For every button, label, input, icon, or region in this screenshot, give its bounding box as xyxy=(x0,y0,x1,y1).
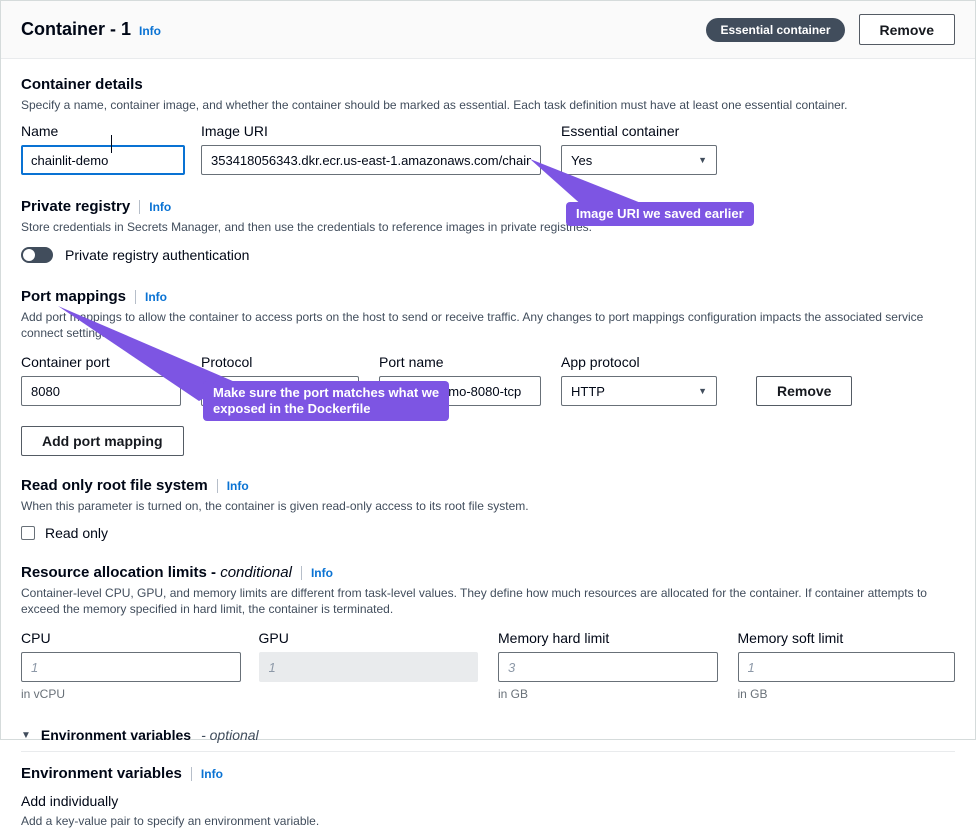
essential-container-label: Essential container xyxy=(561,123,717,139)
gpu-label: GPU xyxy=(259,630,479,646)
port-mapping-row: Container port Protocol TCP ▼ Port name … xyxy=(21,354,955,406)
name-field-group: Name xyxy=(21,123,185,175)
essential-field-group: Essential container Yes ▼ xyxy=(561,123,717,175)
resource-limits-info-link[interactable]: Info xyxy=(311,566,333,580)
private-registry-heading: Private registry Info xyxy=(21,198,955,215)
private-registry-toggle[interactable] xyxy=(21,247,53,263)
gpu-input xyxy=(259,652,479,682)
port-annotation: Make sure the port matches what we expos… xyxy=(203,381,449,421)
port-mappings-heading: Port mappings Info xyxy=(21,288,955,305)
section-title: Port mappings xyxy=(21,288,126,305)
container-form-page: { "header": { "title": "Container - 1", … xyxy=(0,0,976,740)
cpu-input[interactable] xyxy=(21,652,241,682)
heading-divider xyxy=(191,767,192,781)
cpu-label: CPU xyxy=(21,630,241,646)
section-title: Read only root file system xyxy=(21,477,208,494)
annotation-text-line2: exposed in the Dockerfile xyxy=(213,401,439,417)
read-only-check-row: Read only xyxy=(21,525,955,541)
heading-divider xyxy=(139,200,140,214)
memory-soft-helper-text: in GB xyxy=(738,687,956,701)
heading-divider xyxy=(301,566,302,580)
container-header: Container - 1 Info Essential container R… xyxy=(1,1,975,59)
memory-soft-label: Memory soft limit xyxy=(738,630,956,646)
remove-container-button[interactable]: Remove xyxy=(859,14,955,45)
add-individually-label: Add individually xyxy=(21,793,955,809)
resource-limits-row: CPU in vCPU GPU Memory hard limit in GB … xyxy=(21,630,955,701)
annotation-text: Image URI we saved earlier xyxy=(576,206,744,221)
container-details-description: Specify a name, container image, and whe… xyxy=(21,97,955,113)
environment-variables-expander[interactable]: ▼ Environment variables - optional xyxy=(21,727,955,743)
annotation-text-line1: Make sure the port matches what we xyxy=(213,385,439,401)
image-uri-annotation: Image URI we saved earlier xyxy=(566,202,754,226)
name-label: Name xyxy=(21,123,185,139)
port-mappings-description: Add port mappings to allow the container… xyxy=(21,309,955,341)
private-registry-description: Store credentials in Secrets Manager, an… xyxy=(21,219,955,235)
section-title: Environment variables xyxy=(21,765,182,782)
read-only-info-link[interactable]: Info xyxy=(227,479,249,493)
chevron-down-icon: ▼ xyxy=(698,386,707,396)
remove-port-wrap: Remove xyxy=(756,376,852,406)
app-protocol-field-group: App protocol HTTP ▼ xyxy=(561,354,717,406)
memory-soft-input[interactable] xyxy=(738,652,956,682)
resource-limits-description: Container-level CPU, GPU, and memory lim… xyxy=(21,585,955,617)
add-individually-description: Add a key-value pair to specify an envir… xyxy=(21,813,955,829)
app-protocol-label: App protocol xyxy=(561,354,717,370)
text-cursor xyxy=(111,135,112,153)
image-uri-label: Image URI xyxy=(201,123,541,139)
memory-soft-field-group: Memory soft limit in GB xyxy=(738,630,956,701)
essential-container-select[interactable]: Yes ▼ xyxy=(561,145,717,175)
private-registry-toggle-label: Private registry authentication xyxy=(65,247,249,263)
image-uri-input[interactable] xyxy=(201,145,541,175)
port-name-label: Port name xyxy=(379,354,541,370)
environment-variables-info-link[interactable]: Info xyxy=(201,767,223,781)
container-port-input[interactable] xyxy=(21,376,181,406)
add-port-mapping-button[interactable]: Add port mapping xyxy=(21,426,184,456)
gpu-field-group: GPU xyxy=(259,630,479,701)
app-protocol-value: HTTP xyxy=(571,384,605,399)
container-details-heading: Container details xyxy=(21,76,955,93)
read-only-checkbox-label: Read only xyxy=(45,525,108,541)
essential-container-value: Yes xyxy=(571,153,592,168)
heading-divider xyxy=(135,290,136,304)
container-port-label: Container port xyxy=(21,354,181,370)
cpu-field-group: CPU in vCPU xyxy=(21,630,241,701)
title-wrap: Container - 1 Info xyxy=(21,19,161,40)
port-mappings-info-link[interactable]: Info xyxy=(145,290,167,304)
protocol-label: Protocol xyxy=(201,354,359,370)
expander-optional-suffix: - optional xyxy=(201,727,259,743)
memory-hard-field-group: Memory hard limit in GB xyxy=(498,630,718,701)
memory-hard-label: Memory hard limit xyxy=(498,630,718,646)
container-details-fields: Name Image URI Essential container Yes ▼ xyxy=(21,123,955,175)
section-title: Container details xyxy=(21,76,143,93)
container-port-field-group: Container port xyxy=(21,354,181,406)
toggle-knob xyxy=(23,249,35,261)
private-registry-toggle-row: Private registry authentication xyxy=(21,247,955,263)
section-divider xyxy=(21,751,955,752)
chevron-down-icon: ▼ xyxy=(698,155,707,165)
read-only-description: When this parameter is turned on, the co… xyxy=(21,498,955,514)
name-input[interactable] xyxy=(21,145,185,175)
remove-port-mapping-button[interactable]: Remove xyxy=(756,376,852,406)
memory-hard-helper-text: in GB xyxy=(498,687,718,701)
container-info-link[interactable]: Info xyxy=(139,24,161,38)
private-registry-info-link[interactable]: Info xyxy=(149,200,171,214)
form-content: Container details Specify a name, contai… xyxy=(1,76,975,829)
header-actions: Essential container Remove xyxy=(706,14,955,45)
app-protocol-select[interactable]: HTTP ▼ xyxy=(561,376,717,406)
expander-title: Environment variables xyxy=(41,727,191,743)
expander-triangle-icon: ▼ xyxy=(21,730,31,741)
heading-divider xyxy=(217,479,218,493)
memory-hard-input[interactable] xyxy=(498,652,718,682)
resource-limits-heading: Resource allocation limits - conditional… xyxy=(21,564,955,581)
cpu-helper-text: in vCPU xyxy=(21,687,241,701)
page-title: Container - 1 xyxy=(21,19,131,40)
read-only-checkbox[interactable] xyxy=(21,526,35,540)
environment-variables-heading: Environment variables Info xyxy=(21,765,955,782)
read-only-heading: Read only root file system Info xyxy=(21,477,955,494)
essential-container-badge: Essential container xyxy=(706,18,844,42)
section-title: Resource allocation limits - conditional xyxy=(21,564,292,581)
conditional-suffix: conditional xyxy=(220,564,292,581)
section-title: Private registry xyxy=(21,198,130,215)
image-uri-field-group: Image URI xyxy=(201,123,541,175)
